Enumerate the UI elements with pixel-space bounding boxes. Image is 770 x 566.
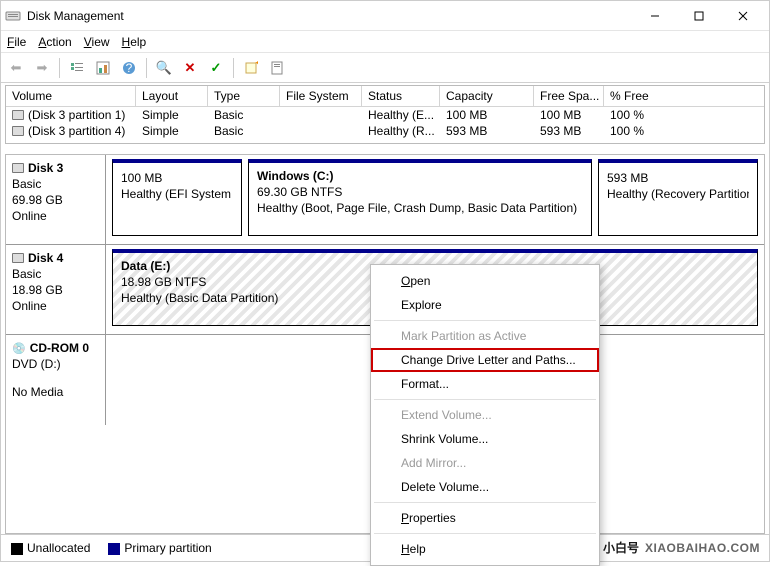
menu-explore[interactable]: Explore [373, 293, 597, 317]
toolbar-separator [233, 58, 234, 78]
svg-text:✦: ✦ [254, 61, 258, 70]
cd-icon: 💿 [12, 342, 26, 355]
partition[interactable]: 100 MB Healthy (EFI System Pa [112, 159, 242, 236]
menu-add-mirror: Add Mirror... [373, 451, 597, 475]
disk-row-disk3[interactable]: Disk 3 Basic 69.98 GB Online 100 MB Heal… [6, 155, 764, 245]
close-button[interactable] [721, 2, 765, 30]
menu-mark-active: Mark Partition as Active [373, 324, 597, 348]
menu-shrink-volume[interactable]: Shrink Volume... [373, 427, 597, 451]
disk-icon [12, 253, 24, 263]
menu-separator [374, 399, 596, 400]
toolbar-separator [59, 58, 60, 78]
disk-info: Disk 3 Basic 69.98 GB Online [6, 155, 106, 244]
context-menu: Open Explore Mark Partition as Active Ch… [370, 264, 600, 566]
col-pctfree[interactable]: % Free [604, 86, 764, 106]
drive-icon [12, 126, 24, 136]
menu-file[interactable]: File [7, 35, 26, 49]
disk-info: 💿CD-ROM 0 DVD (D:) No Media [6, 335, 106, 425]
partition[interactable]: Windows (C:) 69.30 GB NTFS Healthy (Boot… [248, 159, 592, 236]
svg-text:?: ? [126, 61, 133, 75]
menu-change-drive-letter[interactable]: Change Drive Letter and Paths... [371, 348, 599, 372]
menu-format[interactable]: Format... [373, 372, 597, 396]
window-title: Disk Management [27, 9, 633, 23]
disk-icon [12, 163, 24, 173]
volume-list[interactable]: Volume Layout Type File System Status Ca… [5, 85, 765, 144]
view-list-button[interactable] [66, 57, 88, 79]
col-layout[interactable]: Layout [136, 86, 208, 106]
menu-view[interactable]: View [84, 35, 110, 49]
list-row[interactable]: (Disk 3 partition 1) Simple Basic Health… [6, 107, 764, 123]
legend-swatch-primary [108, 543, 120, 555]
check-button[interactable]: ✓ [205, 57, 227, 79]
col-capacity[interactable]: Capacity [440, 86, 534, 106]
props-button[interactable] [266, 57, 288, 79]
forward-button[interactable]: ➡ [31, 57, 53, 79]
refresh-button[interactable]: 🔍 [153, 57, 175, 79]
legend-swatch-unallocated [11, 543, 23, 555]
new-button[interactable]: ✦ [240, 57, 262, 79]
help-button[interactable]: ? [118, 57, 140, 79]
col-type[interactable]: Type [208, 86, 280, 106]
toolbar-separator [146, 58, 147, 78]
menu-extend-volume: Extend Volume... [373, 403, 597, 427]
settings-button[interactable] [92, 57, 114, 79]
menu-properties[interactable]: Properties [373, 506, 597, 530]
delete-button[interactable]: ✕ [179, 57, 201, 79]
minimize-button[interactable] [633, 2, 677, 30]
menu-action[interactable]: Action [38, 35, 71, 49]
menu-help[interactable]: Help [122, 35, 147, 49]
drive-icon [12, 110, 24, 120]
menu-open[interactable]: Open [373, 269, 597, 293]
partition[interactable]: 593 MB Healthy (Recovery Partition) [598, 159, 758, 236]
menu-help[interactable]: Help [373, 537, 597, 561]
toolbar: ⬅ ➡ ? 🔍 ✕ ✓ ✦ [1, 53, 769, 83]
menubar: File Action View Help [1, 31, 769, 53]
back-button[interactable]: ⬅ [5, 57, 27, 79]
menu-separator [374, 320, 596, 321]
app-icon [5, 8, 21, 24]
menu-separator [374, 502, 596, 503]
menu-delete-volume[interactable]: Delete Volume... [373, 475, 597, 499]
maximize-button[interactable] [677, 2, 721, 30]
titlebar: Disk Management [1, 1, 769, 31]
col-freespace[interactable]: Free Spa... [534, 86, 604, 106]
col-status[interactable]: Status [362, 86, 440, 106]
list-header: Volume Layout Type File System Status Ca… [6, 86, 764, 107]
col-volume[interactable]: Volume [6, 86, 136, 106]
list-row[interactable]: (Disk 3 partition 4) Simple Basic Health… [6, 123, 764, 139]
col-filesystem[interactable]: File System [280, 86, 362, 106]
menu-separator [374, 533, 596, 534]
disk-info: Disk 4 Basic 18.98 GB Online [6, 245, 106, 334]
